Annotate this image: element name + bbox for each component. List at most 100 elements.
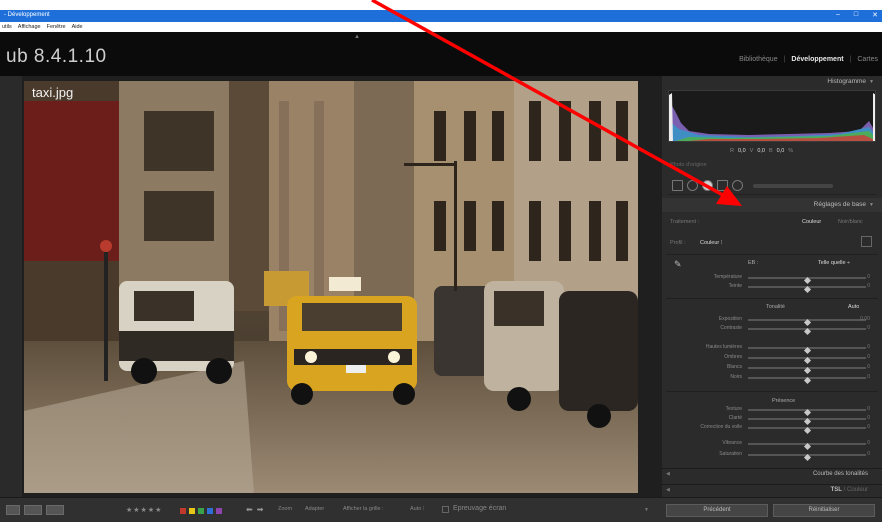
slider-value[interactable]: 0 xyxy=(867,325,870,331)
slider-value[interactable]: 0 xyxy=(867,283,870,289)
slider-track[interactable] xyxy=(748,408,866,417)
slider-track[interactable] xyxy=(748,285,866,294)
collapse-top-panel-icon[interactable]: ▲ xyxy=(354,34,360,40)
minimize-button[interactable]: – xyxy=(836,11,840,19)
expand-left-triangle-icon: ◀ xyxy=(666,487,670,493)
red-eye-icon[interactable] xyxy=(702,180,713,191)
hsl-title[interactable]: TSL xyxy=(831,487,842,493)
reset-button[interactable]: Réinitialiser xyxy=(773,504,875,517)
module-cartes[interactable]: Cartes xyxy=(857,56,878,63)
graduated-filter-icon[interactable] xyxy=(717,180,728,191)
slider-value[interactable]: 0 xyxy=(867,415,870,421)
menu-aide[interactable]: Aide xyxy=(72,24,83,32)
presence-label: Présence xyxy=(772,398,796,404)
profile-dropdown[interactable]: Couleur ⁝ xyxy=(700,240,723,246)
module-bibliotheque[interactable]: Bibliothèque xyxy=(739,56,778,63)
zoom-label: Zoom xyxy=(278,506,293,512)
slider-thumb[interactable] xyxy=(803,453,811,462)
menu-affichage[interactable]: Affichage xyxy=(18,24,41,32)
slider-thumb[interactable] xyxy=(803,426,811,435)
slider-thumb[interactable] xyxy=(803,442,811,451)
treatment-bw-option[interactable]: Noir/blanc xyxy=(838,219,863,225)
wb-slider-row: Teinte 0 xyxy=(662,283,882,294)
hsl-header[interactable]: ◀ TSL / Couleur xyxy=(662,484,882,496)
adjustment-brush-slider[interactable] xyxy=(753,183,833,188)
window-controls: – □ ✕ xyxy=(836,11,878,19)
tone-auto-button[interactable]: Auto xyxy=(848,304,859,310)
close-button[interactable]: ✕ xyxy=(872,11,878,19)
slider-value[interactable]: 0 xyxy=(867,364,870,370)
slider-value[interactable]: 0 xyxy=(867,406,870,412)
loupe-view-icon[interactable] xyxy=(6,505,20,515)
slider-value[interactable]: 0 xyxy=(867,424,870,430)
color-label-flag[interactable] xyxy=(198,508,204,514)
slider-value[interactable]: 0 xyxy=(867,344,870,350)
slider-value[interactable]: 0 xyxy=(867,374,870,380)
slider-track[interactable] xyxy=(748,318,866,327)
slider-track[interactable] xyxy=(748,327,866,336)
spot-removal-icon[interactable] xyxy=(687,180,698,191)
slider-track[interactable] xyxy=(748,453,866,462)
slider-label: Clarté xyxy=(728,415,742,421)
slider-thumb[interactable] xyxy=(803,346,811,355)
slider-value[interactable]: 0 xyxy=(867,440,870,446)
previous-button[interactable]: Précédent xyxy=(666,504,768,517)
slider-thumb[interactable] xyxy=(803,285,811,294)
rotate-right-icon[interactable]: ➡ xyxy=(257,505,264,514)
before-after-split-icon[interactable] xyxy=(46,505,64,515)
slider-thumb[interactable] xyxy=(803,376,811,385)
slider-track[interactable] xyxy=(748,442,866,451)
eyedropper-icon[interactable]: ✎ xyxy=(674,259,682,270)
photo-image: taxi.jpg xyxy=(24,81,638,493)
module-header: ▲ ub 8.4.1.10 Bibliothèque | Développeme… xyxy=(0,32,882,76)
left-panel-collapsed[interactable] xyxy=(0,76,22,497)
slider-track[interactable] xyxy=(748,356,866,365)
slider-value[interactable]: 0 xyxy=(867,354,870,360)
rotate-left-icon[interactable]: ⬅ xyxy=(246,505,253,514)
star-rating[interactable]: ★★★★★ xyxy=(126,506,162,514)
show-grid-dropdown[interactable]: Afficher la grille : xyxy=(343,506,384,512)
grid-auto-dropdown[interactable]: Auto ⁝ xyxy=(410,506,425,512)
slider-track[interactable] xyxy=(748,426,866,435)
radial-filter-icon[interactable] xyxy=(732,180,743,191)
softproof-label: Epreuvage écran xyxy=(453,505,507,512)
r-label: R xyxy=(730,148,734,154)
menu-fenetre[interactable]: Fenêtre xyxy=(47,24,66,32)
slider-thumb[interactable] xyxy=(803,327,811,336)
slider-track[interactable] xyxy=(748,417,866,426)
slider-track[interactable] xyxy=(748,346,866,355)
hsl-color-tab[interactable]: Couleur xyxy=(847,487,868,493)
before-after-icon[interactable] xyxy=(24,505,42,515)
slider-value[interactable]: 0,00 xyxy=(860,316,870,322)
slider-track[interactable] xyxy=(748,376,866,385)
slider-track[interactable] xyxy=(748,366,866,375)
basic-panel-header[interactable]: Réglages de base ▼ xyxy=(662,198,882,212)
toolbar-dropdown-icon[interactable]: ▼ xyxy=(644,507,649,513)
color-label-flag[interactable] xyxy=(180,508,186,514)
softproof-checkbox[interactable] xyxy=(442,506,449,513)
slider-track[interactable] xyxy=(748,276,866,285)
slider-thumb[interactable] xyxy=(803,366,811,375)
slider-value[interactable]: 0 xyxy=(867,274,870,280)
color-label-flag[interactable] xyxy=(207,508,213,514)
slider-label: Température xyxy=(713,274,742,280)
treatment-color-option[interactable]: Couleur xyxy=(802,219,821,225)
original-photo-toggle[interactable]: Photo d'origine xyxy=(670,162,707,168)
menu-utils[interactable]: utils xyxy=(2,24,12,32)
slider-thumb[interactable] xyxy=(803,356,811,365)
maximize-button[interactable]: □ xyxy=(854,11,858,19)
color-label-flag[interactable] xyxy=(189,508,195,514)
photo-view[interactable]: taxi.jpg xyxy=(22,76,662,497)
color-label-flag[interactable] xyxy=(216,508,222,514)
menu-bar: utils Affichage Fenêtre Aide xyxy=(0,22,882,32)
histogram-header[interactable]: Histogramme ▼ xyxy=(827,78,874,85)
collapse-triangle-icon: ▼ xyxy=(869,202,874,208)
tone-curve-header[interactable]: ◀ Courbe des tonalités xyxy=(662,468,882,480)
crop-tool-icon[interactable] xyxy=(672,180,683,191)
profile-browser-icon[interactable] xyxy=(861,236,872,247)
wb-preset-dropdown[interactable]: Telle quelle ÷ xyxy=(818,260,850,266)
slider-value[interactable]: 0 xyxy=(867,451,870,457)
zoom-fit-dropdown[interactable]: Adapter xyxy=(305,506,324,512)
slider-label: Noirs xyxy=(730,374,742,380)
module-developpement[interactable]: Développement xyxy=(791,56,843,63)
